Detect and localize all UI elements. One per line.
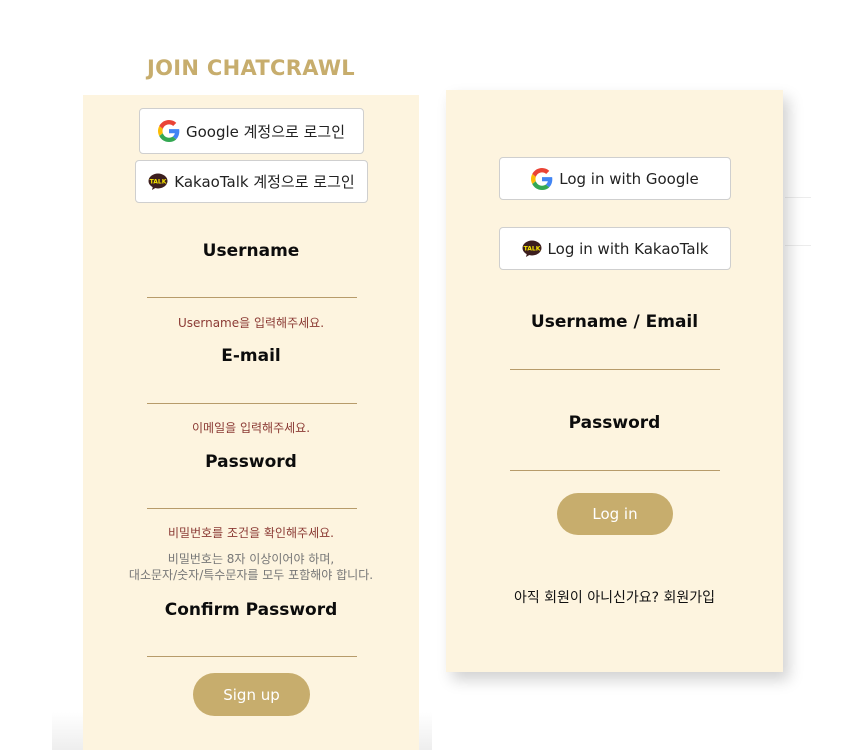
password-rule-line2: 대소문자/숫자/특수문자를 모두 포함해야 합니다. xyxy=(128,568,374,582)
google-button-label: Google 계정으로 로그인 xyxy=(185,122,346,141)
username-input[interactable] xyxy=(147,297,357,298)
google-signup-button[interactable]: Google 계정으로 로그인 xyxy=(139,108,364,154)
kakao-button-label: KakaoTalk 계정으로 로그인 xyxy=(174,173,355,191)
svg-text:TALK: TALK xyxy=(150,178,167,185)
email-input[interactable] xyxy=(147,403,357,404)
email-label: E-mail xyxy=(221,346,281,366)
kakao-signup-button[interactable]: TALK KakaoTalk 계정으로 로그인 xyxy=(135,160,368,203)
google-login-button[interactable]: Log in with Google xyxy=(499,157,731,200)
divider xyxy=(785,197,811,198)
email-hint: 이메일을 입력해주세요. xyxy=(191,421,311,435)
confirm-password-label: Confirm Password xyxy=(164,600,338,620)
signup-link[interactable]: 회원가입 xyxy=(664,590,716,606)
signup-button[interactable]: Sign up xyxy=(193,673,310,716)
kakao-login-button[interactable]: TALK Log in with KakaoTalk xyxy=(499,227,731,270)
password-input[interactable] xyxy=(147,508,357,509)
username-hint: Username을 입력해주세요. xyxy=(177,316,325,330)
kakaotalk-icon: TALK xyxy=(148,173,168,191)
password-label: Password xyxy=(568,413,661,433)
svg-text:TALK: TALK xyxy=(523,245,540,252)
username-email-input[interactable] xyxy=(510,369,720,370)
signup-panel: Google 계정으로 로그인 TALK KakaoTalk 계정으로 로그인 … xyxy=(83,95,419,750)
login-panel: Log in with Google TALK Log in with Kaka… xyxy=(446,90,783,672)
username-label: Username xyxy=(202,241,300,261)
password-label: Password xyxy=(205,452,297,472)
divider xyxy=(785,245,811,246)
confirm-password-input[interactable] xyxy=(147,656,357,657)
google-button-label: Log in with Google xyxy=(559,169,699,188)
password-input[interactable] xyxy=(510,470,720,471)
google-icon xyxy=(531,167,553,190)
kakaotalk-icon: TALK xyxy=(522,240,542,258)
page-title: JOIN CHATCRAWL xyxy=(147,56,355,80)
password-hint: 비밀번호를 조건을 확인해주세요. xyxy=(167,526,334,540)
no-account-text: 아직 회원이 아니신가요? xyxy=(513,590,660,606)
signup-prompt: 아직 회원이 아니신가요? 회원가입 xyxy=(446,587,783,607)
password-rule-line1: 비밀번호는 8자 이상이어야 하며, xyxy=(167,552,335,566)
kakao-button-label: Log in with KakaoTalk xyxy=(547,239,709,258)
google-icon xyxy=(157,120,180,142)
username-email-label: Username / Email xyxy=(530,312,699,332)
login-button[interactable]: Log in xyxy=(557,493,673,535)
